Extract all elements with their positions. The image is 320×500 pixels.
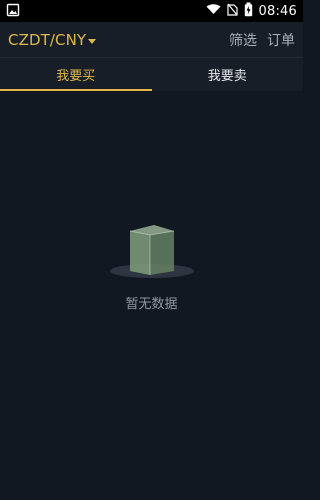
app-header: CZDT/CNY 筛选 订单 xyxy=(0,22,303,57)
wifi-icon xyxy=(206,3,221,19)
battery-icon xyxy=(244,2,253,21)
image-icon xyxy=(6,2,20,21)
caret-down-icon xyxy=(88,31,97,49)
pair-selector[interactable]: CZDT/CNY xyxy=(8,30,97,49)
empty-state: 暂无数据 xyxy=(0,219,303,312)
status-right: 08:46 xyxy=(206,2,297,21)
trade-tabs: 我要买 我要卖 xyxy=(0,57,303,91)
status-bar: 08:46 xyxy=(0,0,303,22)
status-left xyxy=(6,2,20,21)
pair-label: CZDT/CNY xyxy=(8,30,87,49)
content-area: 暂无数据 xyxy=(0,91,303,500)
empty-box-icon xyxy=(106,219,198,285)
no-sim-icon xyxy=(226,3,238,20)
filter-button[interactable]: 筛选 xyxy=(229,30,257,50)
tab-sell[interactable]: 我要卖 xyxy=(152,58,304,91)
empty-text: 暂无数据 xyxy=(125,297,178,312)
tab-buy[interactable]: 我要买 xyxy=(0,58,152,91)
header-actions: 筛选 订单 xyxy=(229,30,295,50)
status-time: 08:46 xyxy=(258,3,297,19)
orders-button[interactable]: 订单 xyxy=(267,30,295,50)
